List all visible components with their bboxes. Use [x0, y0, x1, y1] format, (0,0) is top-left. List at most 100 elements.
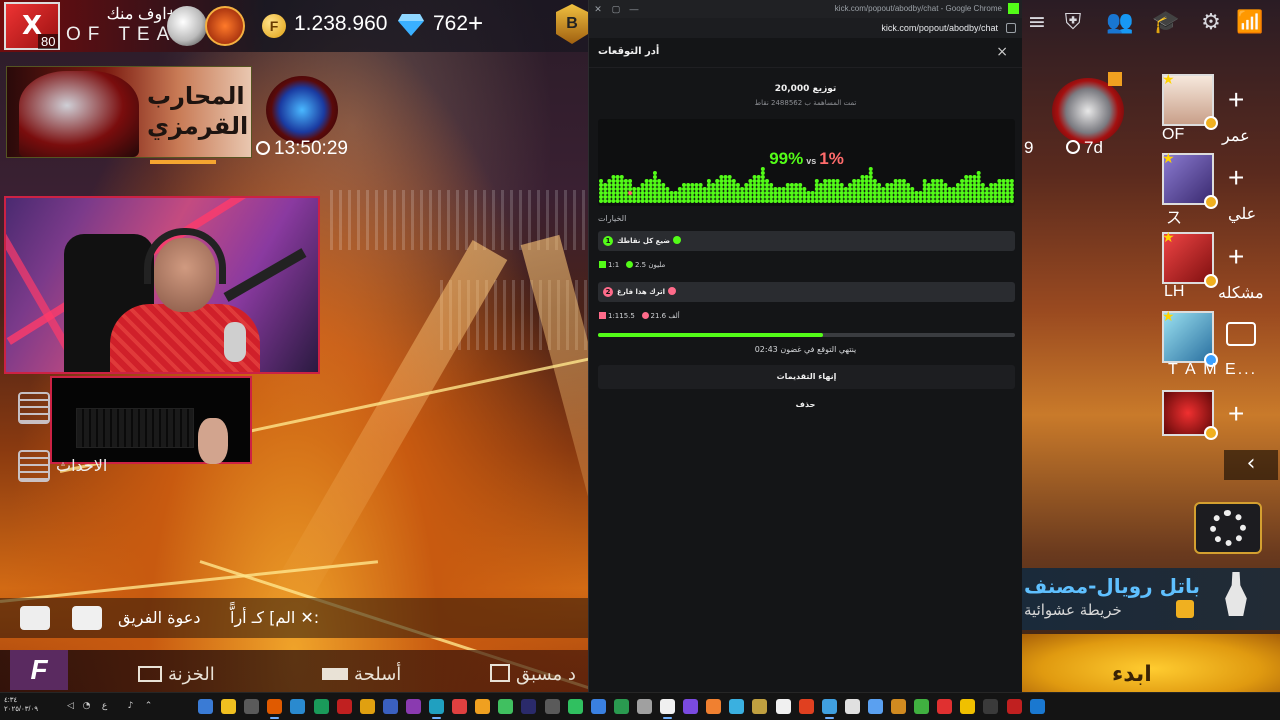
participant-dot: [947, 191, 952, 195]
taskbar-app-icon[interactable]: [429, 699, 444, 719]
participant-dot: [926, 199, 931, 203]
participant-dot: [723, 195, 728, 199]
close-window-icon[interactable]: ✕: [589, 4, 607, 15]
taskbar-app-icon[interactable]: [683, 699, 699, 714]
taskbar-app-icon[interactable]: [405, 699, 421, 714]
taskbar-app-icon[interactable]: [821, 699, 837, 719]
end-submissions-button[interactable]: إنهاء التقديمات: [598, 365, 1015, 389]
taskbar-app-icon[interactable]: [844, 699, 860, 714]
delete-button[interactable]: حذف: [589, 400, 1022, 409]
minimize-icon[interactable]: —: [625, 4, 643, 14]
participant-dot: [914, 195, 919, 199]
menu-weapons[interactable]: أسلحة: [322, 664, 401, 685]
option-label-text: ضيع كل نقاطك: [617, 237, 671, 245]
friend-avatar[interactable]: ★: [1162, 72, 1218, 130]
collapse-panel-button[interactable]: ‹: [1224, 450, 1278, 480]
taskbar-app-icon[interactable]: [798, 699, 814, 714]
taskbar-app-icon[interactable]: [729, 699, 745, 714]
participant-dot: [599, 191, 603, 195]
option-row[interactable]: 2 اترك هذا فارغ: [598, 282, 1015, 302]
taskbar-app-icon[interactable]: [567, 699, 583, 714]
menu-advanced[interactable]: د مسبق: [490, 664, 576, 685]
taskbar-app-icon[interactable]: [359, 699, 375, 714]
maximize-icon[interactable]: ▢: [607, 4, 625, 15]
settings-button[interactable]: [1194, 502, 1262, 554]
friend-avatar[interactable]: ★: [1162, 151, 1218, 209]
calendar-list-icon[interactable]: [18, 392, 50, 424]
address-bar[interactable]: kick.com/popout/abodby/chat: [589, 18, 1022, 38]
calendar-icon[interactable]: [18, 450, 50, 482]
taskbar-app-icon[interactable]: [198, 699, 213, 714]
taskbar-app-icon[interactable]: [452, 699, 468, 714]
prediction-chart: 99% vs 1%: [598, 119, 1015, 206]
taskbar-app-icon[interactable]: [382, 699, 398, 714]
chat-icon[interactable]: [72, 606, 102, 630]
friend-avatar[interactable]: ★: [1162, 309, 1218, 367]
taskbar-app-icon[interactable]: [983, 699, 999, 714]
wifi-icon[interactable]: ◔: [82, 702, 91, 711]
menu-icon[interactable]: ≡: [1024, 10, 1050, 36]
topup-button[interactable]: +: [468, 8, 483, 39]
taskbar-app-icon[interactable]: [521, 699, 537, 714]
taskbar-app-icon[interactable]: [891, 699, 906, 714]
participant-dot: [702, 199, 707, 203]
guild-icon[interactable]: ⛨: [1060, 10, 1086, 36]
taskbar-app-icon[interactable]: [775, 699, 791, 714]
taskbar-app-icon[interactable]: [613, 699, 629, 714]
taskbar-app-icon[interactable]: [636, 699, 652, 714]
academy-icon[interactable]: 🎓: [1152, 10, 1179, 36]
taskbar-app-icon[interactable]: [290, 699, 306, 714]
participant-dot: [810, 199, 815, 203]
taskbar-app-icon[interactable]: [914, 699, 930, 714]
volume-icon[interactable]: ◁: [66, 702, 75, 711]
participant-dot: [960, 187, 965, 191]
invite-team-button[interactable]: دعوة الفريق: [118, 608, 200, 627]
mic-icon[interactable]: ♪: [126, 702, 135, 711]
friends-icon[interactable]: 👥: [1106, 10, 1133, 36]
taskbar-app-icon[interactable]: [544, 699, 560, 714]
taskbar-app-icon[interactable]: [867, 699, 883, 714]
taskbar-app-icon[interactable]: [752, 699, 768, 714]
message-icon[interactable]: [20, 606, 50, 630]
event-banner[interactable]: المحارب القرمزي: [6, 66, 252, 158]
taskbar-app-icon[interactable]: [1006, 699, 1022, 714]
gift-icon[interactable]: [1108, 72, 1122, 86]
taskbar-app-icon[interactable]: [221, 699, 237, 714]
free-fire-logo[interactable]: F: [10, 650, 68, 690]
clock[interactable]: ٤:٣٤ ٢٠٢٥/٠٣/٠٩: [4, 696, 38, 714]
rank-emblem-icon[interactable]: [205, 6, 245, 46]
taskbar-app-icon[interactable]: [960, 699, 976, 714]
taskbar-app-icon[interactable]: [267, 699, 283, 719]
menu-vault[interactable]: الخزنة: [138, 664, 215, 685]
add-friend-button[interactable]: +: [1228, 241, 1244, 273]
taskbar-app-icon[interactable]: [1029, 699, 1045, 714]
settings-gear-icon[interactable]: ⚙: [1198, 10, 1224, 36]
wolf-avatar[interactable]: [1052, 78, 1124, 144]
show-hidden-icons[interactable]: ⌃: [144, 702, 153, 711]
add-friend-button[interactable]: +: [1228, 162, 1244, 194]
friend-avatar[interactable]: ★: [1162, 230, 1218, 288]
add-friend-button[interactable]: +: [1228, 398, 1244, 430]
taskbar-app-icon[interactable]: [706, 699, 722, 714]
participant-dot: [823, 199, 828, 203]
banner-character: [19, 71, 139, 157]
friend-avatar[interactable]: [1162, 390, 1218, 440]
close-modal-button[interactable]: ×: [996, 44, 1008, 60]
diamond-event-icon[interactable]: [266, 76, 338, 144]
taskbar-app-icon[interactable]: [590, 699, 606, 714]
friend-name: مشكله: [1218, 285, 1264, 302]
participant-dot: [980, 191, 985, 195]
participant-dot: [881, 199, 886, 203]
site-settings-icon[interactable]: [1006, 23, 1016, 33]
option-row[interactable]: 1 ضيع كل نقاطك: [598, 231, 1015, 251]
spectate-icon[interactable]: [1226, 322, 1256, 346]
taskbar-app-icon[interactable]: [660, 699, 675, 719]
language-indicator[interactable]: ع: [100, 702, 109, 711]
add-friend-button[interactable]: +: [1228, 84, 1244, 116]
taskbar-app-icon[interactable]: [937, 699, 953, 714]
taskbar-app-icon[interactable]: [498, 699, 514, 714]
taskbar-app-icon[interactable]: [313, 699, 329, 714]
taskbar-app-icon[interactable]: [244, 699, 260, 714]
taskbar-app-icon[interactable]: [336, 699, 352, 714]
taskbar-app-icon[interactable]: [475, 699, 491, 714]
